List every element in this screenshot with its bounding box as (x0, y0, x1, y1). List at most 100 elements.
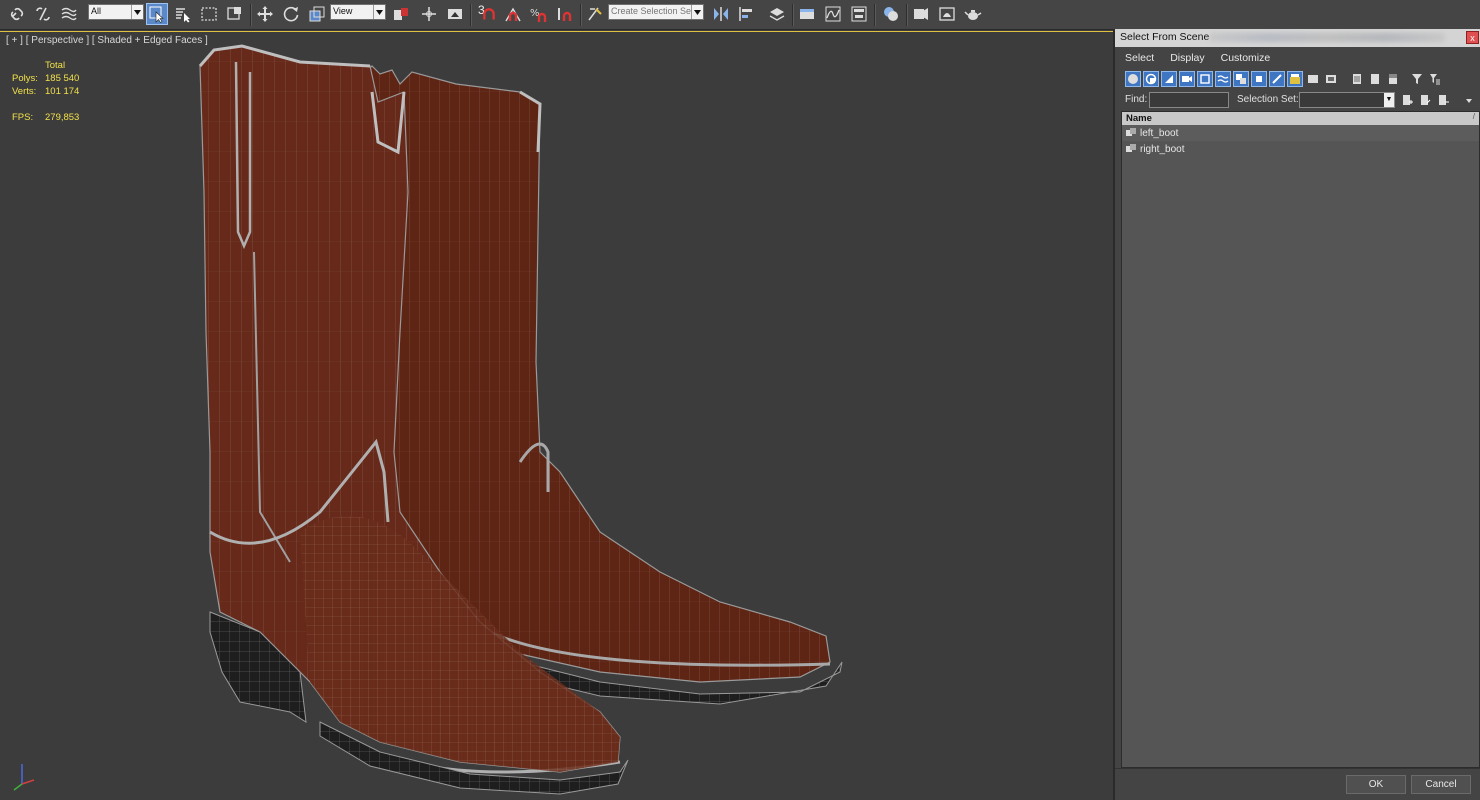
mirror-icon (714, 7, 728, 21)
statistics-overlay: Total Polys: 185 540 Verts: 101 174 FPS: 27… (12, 59, 79, 124)
ok-button[interactable]: OK (1346, 775, 1406, 794)
list-item-right-boot[interactable]: right_boot (1122, 141, 1479, 157)
chevron-down-icon (131, 5, 143, 19)
select-none-button[interactable] (1367, 71, 1383, 87)
select-and-move-button[interactable] (254, 3, 276, 25)
display-hidden-button[interactable] (1323, 71, 1339, 87)
select-by-name-button[interactable] (172, 3, 194, 25)
teapot-icon (964, 10, 982, 20)
reference-coordinate-value: View (333, 6, 353, 16)
find-label: Find: (1125, 94, 1148, 105)
main-toolbar: All View 3 % Create Selection Se (0, 0, 1480, 30)
reference-coordinate-dropdown[interactable]: View (330, 4, 386, 20)
select-and-link-icon[interactable] (6, 3, 28, 25)
rendered-frame-window-button[interactable] (936, 3, 958, 25)
filter-button[interactable] (1409, 71, 1425, 87)
curve-editor-button[interactable] (822, 3, 844, 25)
selection-filter-dropdown[interactable]: All (88, 4, 144, 20)
selection-set-dropdown[interactable]: ▼ (1299, 92, 1395, 108)
move-icon (257, 6, 273, 22)
filter-options-button[interactable] (1427, 71, 1443, 87)
menu-customize[interactable]: Customize (1221, 52, 1271, 64)
display-containers-button[interactable] (1287, 71, 1303, 87)
display-xrefs-button[interactable] (1251, 71, 1267, 87)
space-warp-icon (1217, 75, 1229, 83)
select-and-manipulate-button[interactable] (418, 3, 440, 25)
menu-select[interactable]: Select (1125, 52, 1154, 64)
stats-fps-value: 279,853 (45, 112, 80, 123)
select-from-scene-dialog: Select From Scene x Select Display Custo… (1113, 29, 1480, 800)
select-object-button[interactable] (146, 3, 168, 25)
window-crossing-button[interactable] (224, 3, 246, 25)
list-item-left-boot[interactable]: left_boot (1122, 125, 1479, 141)
keyboard-shortcut-override-button[interactable] (444, 3, 466, 25)
toolbar-separator (580, 4, 582, 26)
bind-to-space-warp-icon[interactable] (58, 3, 80, 25)
select-and-scale-button[interactable] (306, 3, 328, 25)
boots-model-render[interactable] (0, 32, 1113, 800)
schematic-view-button[interactable] (848, 3, 870, 25)
filter-options-icon (1430, 74, 1440, 85)
select-and-rotate-button[interactable] (280, 3, 302, 25)
display-frozen-button[interactable] (1305, 71, 1321, 87)
render-setup-icon (914, 8, 928, 20)
toolbar-separator (792, 4, 794, 26)
display-lights-button[interactable] (1161, 71, 1177, 87)
dialog-options-dropdown[interactable] (1461, 92, 1477, 108)
unlink-selection-icon[interactable] (32, 3, 54, 25)
create-selection-set-button[interactable] (1399, 92, 1415, 108)
shapes-icon (1145, 73, 1157, 85)
display-bones-button[interactable] (1269, 71, 1285, 87)
spinner-snap-toggle-button[interactable] (554, 3, 576, 25)
cancel-button[interactable]: Cancel (1411, 775, 1471, 794)
stats-verts-value: 101 174 (45, 86, 80, 97)
display-groups-button[interactable] (1233, 71, 1249, 87)
snaps-toggle-button[interactable]: 3 (476, 3, 498, 25)
close-button[interactable]: x (1466, 31, 1479, 44)
blurred-title-area (1210, 33, 1445, 42)
angle-snap-toggle-button[interactable] (502, 3, 524, 25)
display-space-warps-button[interactable] (1215, 71, 1231, 87)
scene-object-list[interactable]: Name / left_boot right_boot (1121, 111, 1480, 768)
selection-filter-value: All (91, 6, 102, 16)
camera-icon (1182, 76, 1192, 82)
name-column-header[interactable]: Name / (1122, 112, 1479, 125)
percent-snap-toggle-button[interactable]: % (528, 3, 550, 25)
window-crossing-icon (227, 7, 241, 20)
sort-indicator-icon: / (1472, 112, 1475, 121)
display-cameras-button[interactable] (1179, 71, 1195, 87)
edit-named-selection-sets-button[interactable] (584, 3, 606, 25)
stats-polys-value: 185 540 (45, 73, 80, 84)
chevron-down-icon (691, 5, 703, 19)
select-all-icon (1353, 74, 1361, 84)
material-editor-button[interactable] (880, 3, 902, 25)
align-button[interactable] (736, 3, 758, 25)
toggle-scene-explorer-button[interactable] (766, 3, 788, 25)
light-icon (1165, 75, 1173, 83)
remove-from-selection-set-button[interactable] (1435, 92, 1451, 108)
perspective-viewport[interactable]: [ + ] [ Perspective ] [ Shaded + Edged F… (0, 31, 1113, 800)
geometry-object-icon (1126, 128, 1136, 136)
render-production-button[interactable] (962, 3, 984, 25)
xref-icon (1256, 76, 1262, 82)
menu-display[interactable]: Display (1170, 52, 1204, 64)
geometry-object-icon (1126, 144, 1136, 152)
render-setup-button[interactable] (910, 3, 932, 25)
named-selection-sets-dropdown[interactable]: Create Selection Se (608, 4, 704, 20)
spinner-snap-icon (558, 8, 572, 21)
container-icon (1290, 74, 1300, 84)
display-geometry-button[interactable] (1125, 71, 1141, 87)
display-shapes-button[interactable] (1143, 71, 1159, 87)
use-pivot-point-center-button[interactable] (390, 3, 412, 25)
add-to-selection-set-button[interactable] (1417, 92, 1433, 108)
select-all-button[interactable] (1349, 71, 1365, 87)
add-set-icon (1421, 95, 1431, 105)
display-helpers-button[interactable] (1197, 71, 1213, 87)
find-input[interactable] (1149, 92, 1229, 108)
dialog-title-bar[interactable]: Select From Scene x (1115, 29, 1480, 47)
select-invert-button[interactable] (1385, 71, 1401, 87)
rectangular-selection-region-button[interactable] (198, 3, 220, 25)
viewport-label[interactable]: [ + ] [ Perspective ] [ Shaded + Edged F… (6, 35, 208, 46)
mirror-button[interactable] (710, 3, 732, 25)
toggle-ribbon-button[interactable] (796, 3, 818, 25)
